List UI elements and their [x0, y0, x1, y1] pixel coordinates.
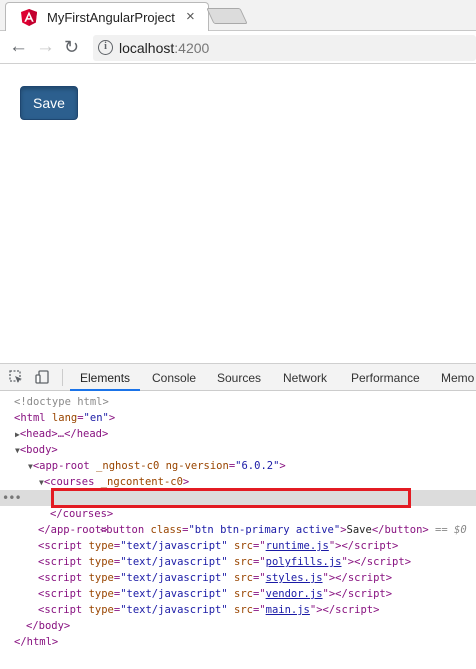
- browser-toolbar: ← → ↻ i localhost:4200: [0, 31, 476, 64]
- dom-line-courses-close[interactable]: </courses>: [0, 506, 476, 522]
- url-port: :4200: [174, 40, 210, 56]
- app-root-attr: ng-version: [159, 460, 229, 472]
- browser-tab[interactable]: MyFirstAngularProject ×: [5, 2, 209, 32]
- elements-dom-tree: <!doctype html> <html lang="en"> ▶<head>…: [0, 394, 476, 650]
- url-host: localhost: [119, 40, 175, 56]
- devtools-panel: Elements Console Sources Network Perform…: [0, 363, 476, 669]
- dom-line-html[interactable]: <html lang="en">: [0, 410, 476, 426]
- script-type-value: "text/javascript": [120, 556, 228, 568]
- device-toolbar-icon[interactable]: [35, 370, 49, 384]
- url-text[interactable]: localhost:4200: [119, 40, 209, 56]
- app-root-tag: <app-root: [32, 460, 90, 472]
- body-close-tag: </body>: [26, 620, 71, 632]
- courses-close-tag: </courses>: [50, 508, 114, 520]
- script-src-link[interactable]: polyfills.js: [266, 556, 342, 568]
- more-options-icon[interactable]: •••: [2, 490, 22, 506]
- angular-logo-icon: [21, 9, 37, 26]
- tab-sources[interactable]: Sources: [217, 364, 261, 391]
- script-src-link[interactable]: main.js: [266, 604, 310, 616]
- script-type-value: "text/javascript": [120, 588, 228, 600]
- reload-icon[interactable]: ↻: [64, 34, 79, 60]
- app-root-attr: _nghost-c0: [89, 460, 160, 472]
- dom-line-app-root[interactable]: ▼<app-root _nghost-c0 ng-version="6.0.2"…: [0, 458, 476, 474]
- html-tag: <html: [14, 412, 46, 424]
- dom-line-app-root-close[interactable]: </app-root>: [0, 522, 476, 538]
- dom-line-html-close[interactable]: </html>: [0, 634, 476, 650]
- back-arrow-icon[interactable]: ←: [9, 34, 28, 60]
- script-type-value: "text/javascript": [120, 540, 228, 552]
- dom-line-doctype[interactable]: <!doctype html>: [0, 394, 476, 410]
- script-src-link[interactable]: runtime.js: [266, 540, 329, 552]
- tab-memory[interactable]: Memo: [441, 364, 474, 391]
- info-icon[interactable]: i: [98, 40, 113, 55]
- script-type-value: "text/javascript": [120, 572, 228, 584]
- tab-close-icon[interactable]: ×: [186, 7, 195, 27]
- script-src-link[interactable]: styles.js: [266, 572, 323, 584]
- tab-title: MyFirstAngularProject: [47, 10, 175, 25]
- toolbar-divider: [62, 369, 63, 386]
- browser-tab-strip: MyFirstAngularProject ×: [0, 0, 476, 32]
- courses-attr: _ngcontent-c0: [94, 476, 183, 488]
- collapse-triangle-icon[interactable]: ▼: [0, 462, 33, 471]
- page-viewport: Save: [0, 65, 476, 363]
- dom-line-script[interactable]: <script type="text/javascript" src="main…: [0, 602, 476, 618]
- collapse-triangle-icon[interactable]: ▼: [0, 446, 20, 455]
- dom-line-script[interactable]: <script type="text/javascript" src="poly…: [0, 554, 476, 570]
- dom-line-script[interactable]: <script type="text/javascript" src="runt…: [0, 538, 476, 554]
- app-root-attr-value: "6.0.2": [235, 460, 280, 472]
- html-attr-value: "en": [83, 412, 109, 424]
- tab-elements[interactable]: Elements: [70, 364, 141, 391]
- forward-arrow-icon[interactable]: →: [36, 34, 55, 60]
- script-src-link[interactable]: vendor.js: [266, 588, 323, 600]
- doctype-text: <!doctype html>: [14, 396, 109, 408]
- courses-tag: <courses: [43, 476, 95, 488]
- red-highlight-box: [51, 488, 411, 508]
- tab-console[interactable]: Console: [152, 364, 196, 391]
- address-bar[interactable]: i localhost:4200: [93, 35, 476, 61]
- dom-line-body-close[interactable]: </body>: [0, 618, 476, 634]
- tab-performance[interactable]: Performance: [351, 364, 420, 391]
- collapse-triangle-icon[interactable]: ▼: [0, 478, 44, 487]
- body-tag: <body>: [19, 444, 58, 456]
- html-close-tag: </html>: [14, 636, 59, 648]
- dom-line-body[interactable]: ▼<body>: [0, 442, 476, 458]
- tab-network[interactable]: Network: [283, 364, 327, 391]
- dom-line-script[interactable]: <script type="text/javascript" src="vend…: [0, 586, 476, 602]
- devtools-tab-bar: Elements Console Sources Network Perform…: [0, 364, 476, 391]
- dom-line-button-selected[interactable]: ••• <button class="btn btn-primary activ…: [0, 488, 476, 536]
- app-root-close-tag: </app-root>: [38, 524, 108, 536]
- save-button[interactable]: Save: [20, 86, 78, 120]
- html-attr: lang: [45, 412, 78, 424]
- head-tag: <head>…</head>: [19, 428, 109, 440]
- inspect-element-icon[interactable]: [9, 370, 23, 384]
- new-tab-button[interactable]: [206, 8, 248, 24]
- dom-line-script[interactable]: <script type="text/javascript" src="styl…: [0, 570, 476, 586]
- dom-line-head[interactable]: ▶<head>…</head>: [0, 426, 476, 442]
- script-type-value: "text/javascript": [120, 604, 228, 616]
- expand-triangle-icon[interactable]: ▶: [0, 430, 20, 439]
